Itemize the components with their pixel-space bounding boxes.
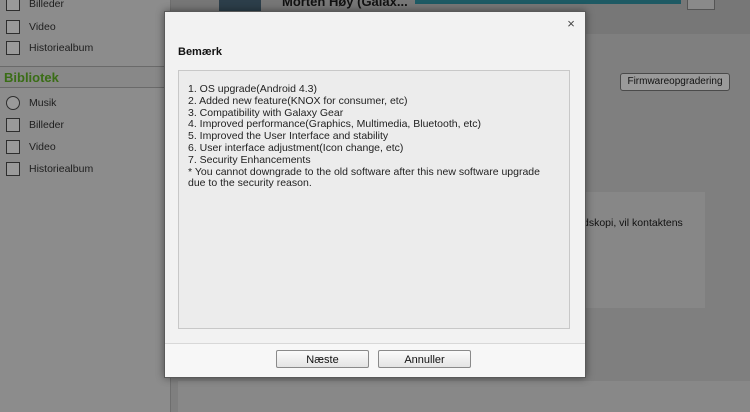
release-note-line: 7. Security Enhancements xyxy=(188,153,311,166)
notice-dialog: × Bemærk 1. OS upgrade(Android 4.3) 2. A… xyxy=(164,11,586,378)
dialog-title: Bemærk xyxy=(178,46,223,58)
sidebar-item-label: Video xyxy=(29,141,56,153)
sidebar-item-musik[interactable]: Musik xyxy=(6,93,56,113)
release-note-line: 6. User interface adjustment(Icon change… xyxy=(188,141,404,154)
cancel-button[interactable]: Annuller xyxy=(378,350,471,368)
sidebar-item-label: Musik xyxy=(29,97,57,109)
sidebar-item-historiealbum[interactable]: Historiealbum xyxy=(6,38,93,58)
library-section-header[interactable]: Bibliotek xyxy=(0,66,169,88)
release-note-line: due to the security reason. xyxy=(188,177,312,190)
sidebar-item-video[interactable]: Video xyxy=(6,17,56,37)
film-icon xyxy=(6,20,20,34)
sidebar-item-billeder[interactable]: Billeder xyxy=(6,115,64,135)
storage-bar xyxy=(415,0,681,4)
book-icon xyxy=(6,41,20,55)
sidebar-item-historiealbum[interactable]: Historiealbum xyxy=(6,159,93,179)
info-line: . xyxy=(583,230,683,243)
sidebar-item-billeder[interactable]: Billeder xyxy=(6,0,64,14)
sidebar: Billeder Video Historiealbum Bibliotek M… xyxy=(0,0,171,412)
bottom-panel xyxy=(178,381,750,412)
dialog-footer: Næste Annuller xyxy=(165,343,585,377)
sidebar-item-label: Billeder xyxy=(29,0,65,10)
book-icon xyxy=(6,162,20,176)
info-text: dskopi, vil kontaktens . xyxy=(583,217,683,243)
search-icon[interactable] xyxy=(687,0,715,10)
sidebar-item-video[interactable]: Video xyxy=(6,137,56,157)
device-name: Morten Høy (Galax... xyxy=(282,0,408,9)
firmware-upgrade-button[interactable]: Firmwareopgradering xyxy=(620,73,730,91)
close-icon[interactable]: × xyxy=(564,17,578,31)
info-line: dskopi, vil kontaktens xyxy=(583,217,683,229)
release-note-line: 2. Added new feature(KNOX for consumer, … xyxy=(188,94,408,107)
image-icon xyxy=(6,0,20,11)
image-icon xyxy=(6,118,20,132)
music-disc-icon xyxy=(6,96,20,110)
info-panel xyxy=(583,192,705,308)
sidebar-item-label: Historiealbum xyxy=(29,163,94,175)
film-icon xyxy=(6,140,20,154)
sidebar-item-label: Historiealbum xyxy=(29,42,94,54)
sidebar-item-label: Video xyxy=(29,21,56,33)
release-notes-box: 1. OS upgrade(Android 4.3) 2. Added new … xyxy=(178,70,570,329)
next-button[interactable]: Næste xyxy=(276,350,369,368)
sidebar-item-label: Billeder xyxy=(29,119,65,131)
